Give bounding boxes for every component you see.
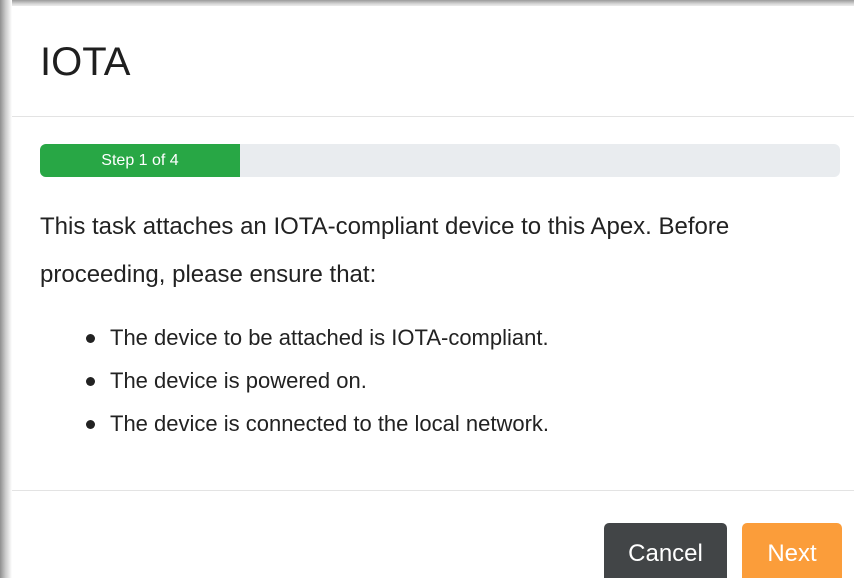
wizard-dialog: IOTA Step 1 of 4 This task attaches an I… [12, 6, 854, 578]
shadow-left [0, 0, 12, 578]
requirement-item: The device is powered on. [40, 359, 840, 402]
dialog-footer: Cancel Next [12, 490, 854, 578]
intro-text: This task attaches an IOTA-compliant dev… [40, 213, 730, 288]
step-progress: Step 1 of 4 [40, 144, 840, 177]
step-progress-bar: Step 1 of 4 [40, 144, 240, 177]
requirement-item: The device to be attached is IOTA-compli… [40, 316, 840, 359]
cancel-button[interactable]: Cancel [604, 523, 727, 578]
next-button[interactable]: Next [742, 523, 842, 578]
dialog-header: IOTA [12, 6, 854, 117]
requirements-list: The device to be attached is IOTA-compli… [40, 316, 840, 445]
dialog-title: IOTA [40, 40, 131, 84]
requirement-item: The device is connected to the local net… [40, 402, 840, 445]
screenshot-frame: IOTA Step 1 of 4 This task attaches an I… [0, 0, 854, 578]
